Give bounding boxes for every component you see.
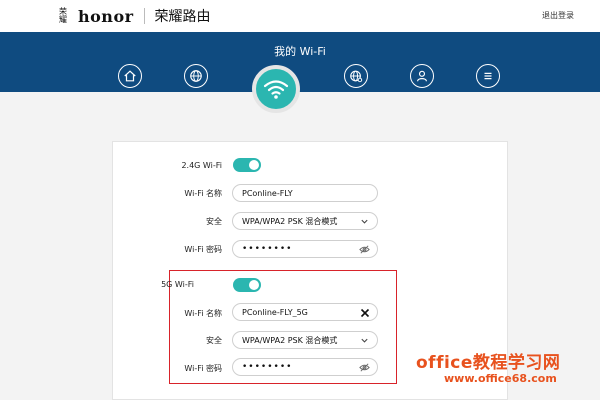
wifi24-name-label: Wi-Fi 名称 <box>184 189 222 198</box>
eye-hidden-icon[interactable] <box>359 244 370 255</box>
nav-band: 我的 Wi-Fi <box>0 32 600 92</box>
brand-logo: honor <box>78 6 134 26</box>
nav-user-button[interactable] <box>410 64 434 88</box>
wifi24-name-input[interactable] <box>242 188 352 198</box>
wifi5-security-label: 安全 <box>206 336 222 345</box>
nav-home-button[interactable] <box>118 64 142 88</box>
wifi5-label: 5G Wi-Fi <box>161 280 194 289</box>
menu-icon <box>484 72 492 80</box>
top-bar: 荣耀 honor 荣耀路由 退出登录 <box>0 0 600 32</box>
wifi5-password-value: •••••••• <box>242 362 293 372</box>
wifi24-security-value: WPA/WPA2 PSK 混合模式 <box>242 216 338 226</box>
globe-icon <box>190 70 202 82</box>
wifi24-security-label: 安全 <box>206 217 222 226</box>
wifi24-name-field[interactable] <box>232 184 378 202</box>
nav-internet-button[interactable] <box>184 64 208 88</box>
nav-network-settings-button[interactable] <box>344 64 368 88</box>
wifi24-password-field[interactable]: •••••••• <box>232 240 378 258</box>
globe-settings-icon <box>350 70 363 83</box>
wifi24-password-label: Wi-Fi 密码 <box>184 245 222 254</box>
home-icon <box>124 70 136 82</box>
app-title: 荣耀路由 <box>154 9 211 25</box>
wifi5-password-label: Wi-Fi 密码 <box>184 364 222 373</box>
brand: 荣耀 honor 荣耀路由 <box>58 6 211 26</box>
wifi24-toggle[interactable] <box>233 158 261 172</box>
watermark-url: www.office68.com <box>444 372 557 385</box>
wifi5-security-value: WPA/WPA2 PSK 混合模式 <box>242 335 338 345</box>
wifi5-password-field[interactable]: •••••••• <box>232 358 378 376</box>
chevron-down-icon <box>359 335 370 346</box>
wifi5-toggle[interactable] <box>233 278 261 292</box>
eye-hidden-icon[interactable] <box>359 362 370 373</box>
user-icon <box>417 70 427 82</box>
wifi24-label: 2.4G Wi-Fi <box>181 161 222 170</box>
clear-icon[interactable] <box>359 307 370 318</box>
watermark-title: office教程学习网 <box>416 353 561 373</box>
wifi24-security-select[interactable]: WPA/WPA2 PSK 混合模式 <box>232 212 378 230</box>
logout-link[interactable]: 退出登录 <box>542 10 574 21</box>
chevron-down-icon <box>359 216 370 227</box>
brand-divider <box>143 8 145 24</box>
wifi24-password-value: •••••••• <box>242 244 293 254</box>
wifi-icon <box>263 80 289 99</box>
wifi5-name-label: Wi-Fi 名称 <box>184 309 222 318</box>
brand-badge: 荣耀 <box>59 7 67 24</box>
wifi5-name-field[interactable] <box>232 303 378 321</box>
nav-menu-button[interactable] <box>476 64 500 88</box>
page-title: 我的 Wi-Fi <box>274 45 326 58</box>
nav-wifi-button[interactable] <box>252 65 300 113</box>
wifi5-security-select[interactable]: WPA/WPA2 PSK 混合模式 <box>232 331 378 349</box>
wifi5-name-input[interactable] <box>242 307 352 317</box>
